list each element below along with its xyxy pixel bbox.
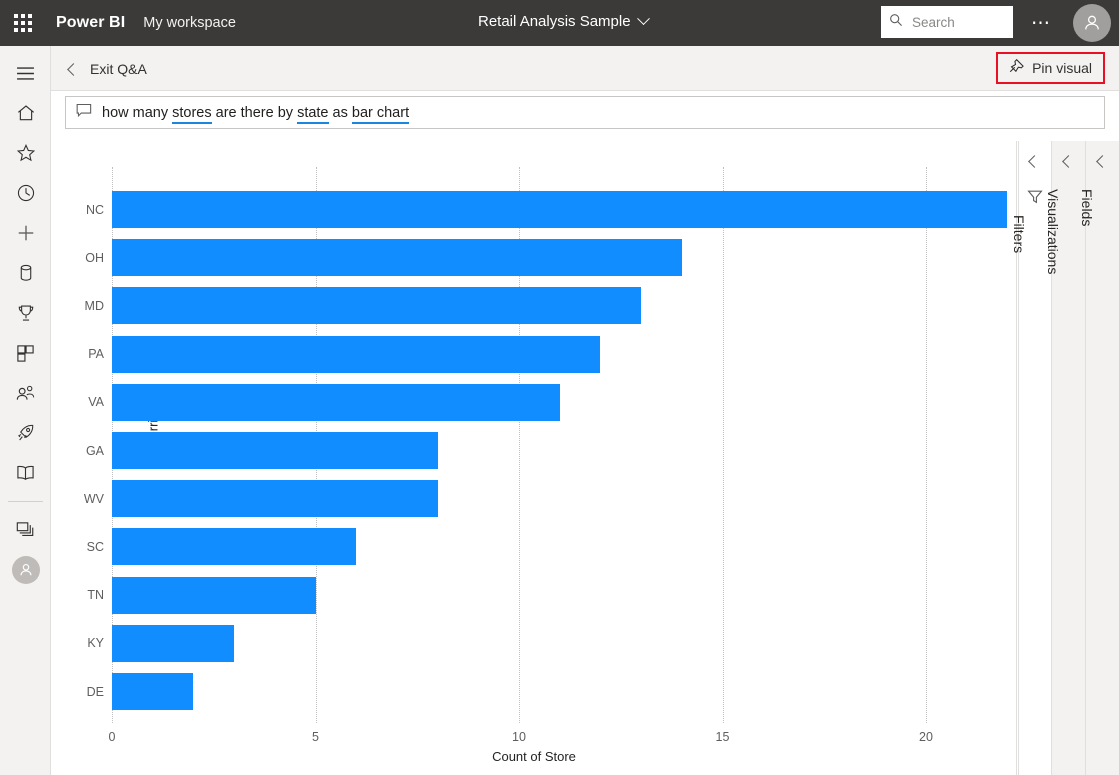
sidebar-item-shared-with-me[interactable]	[0, 373, 51, 413]
y-axis-tick-label: PA	[58, 347, 104, 361]
qa-seg-2: are there by	[212, 105, 297, 121]
y-axis-tick-label: SC	[58, 540, 104, 554]
qa-token-state[interactable]: state	[297, 105, 328, 124]
qa-input[interactable]: how many stores are there by state as ba…	[65, 96, 1105, 129]
pin-visual-button[interactable]: Pin visual	[996, 52, 1105, 84]
more-options-button[interactable]: ⋯	[1027, 11, 1055, 35]
x-axis-title: Count of Store	[51, 749, 1017, 764]
sidebar-item-recent[interactable]	[0, 173, 51, 213]
bar-chart: Territory Count of Store 05101520NCOHMDP…	[51, 141, 1017, 775]
qa-seg-0: how many	[102, 105, 172, 121]
sidebar-item-workspaces[interactable]	[0, 510, 51, 550]
bar-KY[interactable]	[112, 625, 234, 662]
x-gridline	[926, 167, 927, 723]
sidebar-item-apps[interactable]	[0, 333, 51, 373]
pin-icon	[1007, 58, 1024, 78]
visualizations-pane[interactable]: Visualizations	[1051, 141, 1085, 775]
chevron-left-icon[interactable]	[1062, 155, 1075, 168]
y-axis-tick-label: DE	[58, 685, 104, 699]
bar-OH[interactable]	[112, 239, 682, 276]
qa-token-bar-chart[interactable]: bar chart	[352, 105, 409, 124]
sidebar-item-nav-toggle[interactable]	[0, 53, 51, 93]
report-title[interactable]: Retail Analysis Sample	[478, 13, 648, 30]
report-title-label: Retail Analysis Sample	[478, 13, 631, 30]
filters-pane-label: Filters	[1011, 215, 1027, 253]
qa-token-stores[interactable]: stores	[172, 105, 212, 124]
sidebar-item-favorites[interactable]	[0, 133, 51, 173]
y-axis-tick-label: WV	[58, 492, 104, 506]
sidebar-item-create[interactable]	[0, 213, 51, 253]
y-axis-tick-label: TN	[58, 588, 104, 602]
qa-bar-area: how many stores are there by state as ba…	[51, 91, 1119, 141]
filter-funnel-icon	[1027, 189, 1043, 210]
y-axis-tick-label: OH	[58, 251, 104, 265]
x-axis-tick-label: 20	[919, 730, 933, 744]
search-box[interactable]	[881, 6, 1013, 38]
user-avatar-icon	[12, 556, 40, 584]
qa-query-text: how many stores are there by state as ba…	[102, 105, 409, 121]
sidebar-item-home[interactable]	[0, 93, 51, 133]
bar-SC[interactable]	[112, 528, 356, 565]
chevron-left-icon[interactable]	[1028, 155, 1041, 168]
y-axis-tick-label: KY	[58, 636, 104, 650]
question-bubble-icon	[76, 103, 92, 123]
chevron-left-icon	[67, 63, 80, 76]
bar-DE[interactable]	[112, 673, 193, 710]
x-axis-tick-label: 10	[512, 730, 526, 744]
x-axis-tick-label: 5	[312, 730, 319, 744]
bar-MD[interactable]	[112, 287, 641, 324]
search-input[interactable]	[910, 14, 1005, 31]
y-axis-tick-label: VA	[58, 395, 104, 409]
qa-result-visual[interactable]: Territory Count of Store 05101520NCOHMDP…	[51, 141, 1017, 775]
bar-GA[interactable]	[112, 432, 438, 469]
workspace-name[interactable]: My workspace	[143, 15, 236, 31]
visualizations-pane-label: Visualizations	[1045, 189, 1061, 274]
x-gridline	[723, 167, 724, 723]
chevron-down-icon	[637, 12, 650, 25]
sidebar-item-datasets[interactable]	[0, 253, 51, 293]
sidebar-item-my-workspace[interactable]	[0, 550, 51, 590]
app-launcher-icon[interactable]	[0, 0, 46, 46]
exit-qa-button[interactable]: Exit Q&A	[69, 54, 147, 84]
pin-visual-label: Pin visual	[1032, 60, 1092, 76]
qa-seg-4: as	[329, 105, 352, 121]
chevron-left-icon[interactable]	[1096, 155, 1109, 168]
x-axis-tick-label: 0	[109, 730, 116, 744]
bar-WV[interactable]	[112, 480, 438, 517]
sidebar-divider	[8, 501, 43, 502]
y-axis-tick-label: MD	[58, 299, 104, 313]
account-avatar-icon[interactable]	[1073, 4, 1111, 42]
bar-TN[interactable]	[112, 577, 316, 614]
search-icon	[889, 13, 903, 32]
fields-pane[interactable]: Fields	[1085, 141, 1119, 775]
sidebar-item-deployment-pipelines[interactable]	[0, 413, 51, 453]
y-axis-tick-label: GA	[58, 444, 104, 458]
fields-pane-label: Fields	[1079, 189, 1095, 226]
x-axis-tick-label: 15	[716, 730, 730, 744]
exit-qa-label: Exit Q&A	[90, 61, 147, 77]
sidebar-item-goals[interactable]	[0, 293, 51, 333]
brand-title[interactable]: Power BI	[56, 14, 125, 32]
bar-NC[interactable]	[112, 191, 1007, 228]
power-bi-qa-page: Power BI My workspace Retail Analysis Sa…	[0, 0, 1119, 775]
y-axis-tick-label: NC	[58, 203, 104, 217]
bar-VA[interactable]	[112, 384, 560, 421]
sidebar-item-learn[interactable]	[0, 453, 51, 493]
command-bar: Exit Q&A Pin visual	[51, 46, 1119, 91]
left-navigation	[0, 46, 51, 775]
bar-PA[interactable]	[112, 336, 600, 373]
